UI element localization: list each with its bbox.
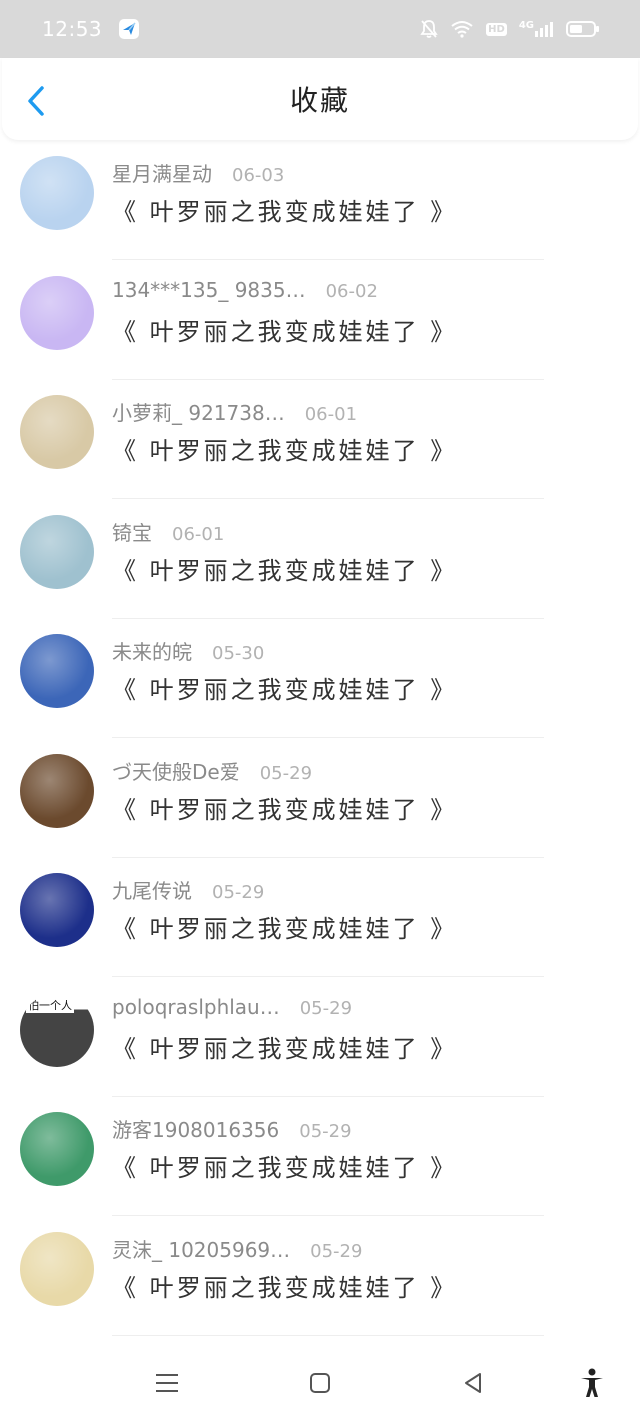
avatar[interactable]	[20, 395, 94, 469]
novel-title[interactable]: 《 叶罗丽之我变成娃娃了 》	[112, 670, 457, 705]
favorite-date: 05-29	[299, 997, 353, 1019]
system-nav-bar	[0, 1342, 640, 1422]
favorite-item[interactable]: づ天使般De爱 05-29 《 叶罗丽之我变成娃娃了 》	[0, 738, 640, 858]
favorite-date: 06-01	[304, 404, 358, 425]
battery-icon	[566, 20, 600, 38]
item-meta: 锜宝 06-01	[112, 517, 224, 546]
favorite-item[interactable]: 怕一个人 poloqraslphlau… 05-29 《 叶罗丽之我变成娃娃了 …	[0, 977, 640, 1097]
avatar-caption: 怕一个人	[26, 996, 74, 1013]
mute-bell-icon	[420, 19, 438, 39]
favorite-date: 06-01	[172, 523, 225, 545]
username: 游客1908016356	[112, 1118, 280, 1142]
novel-title[interactable]: 《 叶罗丽之我变成娃娃了 》	[112, 1148, 457, 1183]
favorites-list[interactable]: 星月满星动 06-03 《 叶罗丽之我变成娃娃了 》 134***135_ 98…	[0, 140, 640, 1342]
favorite-date: 05-29	[212, 882, 265, 903]
username: 九尾传说	[112, 879, 192, 903]
novel-title[interactable]: 《 叶罗丽之我变成娃娃了 》	[112, 551, 457, 586]
username: 小萝莉_ 921738…	[112, 401, 285, 425]
novel-title[interactable]: 《 叶罗丽之我变成娃娃了 》	[112, 431, 457, 466]
favorite-date: 05-29	[310, 1240, 363, 1262]
favorite-item[interactable]: 星月满星动 06-03 《 叶罗丽之我变成娃娃了 》	[0, 140, 640, 260]
novel-title[interactable]: 《 叶罗丽之我变成娃娃了 》	[112, 1029, 457, 1064]
home-button[interactable]	[305, 1368, 335, 1398]
username: 未来的皖	[112, 640, 192, 664]
avatar[interactable]	[20, 634, 94, 708]
menu-button[interactable]	[152, 1368, 182, 1398]
novel-title[interactable]: 《 叶罗丽之我变成娃娃了 》	[112, 1268, 457, 1303]
novel-title[interactable]: 《 叶罗丽之我变成娃娃了 》	[112, 312, 457, 347]
item-meta: 九尾传说 05-29	[112, 875, 264, 904]
avatar[interactable]: 怕一个人	[20, 992, 94, 1067]
favorite-item[interactable]: 小仙叶 05-28	[0, 1335, 640, 1342]
hd-icon: HD	[486, 22, 507, 36]
avatar[interactable]	[20, 1112, 94, 1186]
status-time: 12:53	[42, 17, 103, 41]
network-type-label: 4G	[518, 20, 534, 31]
status-bar: 12:53 HD 4G	[0, 0, 640, 58]
signal-icon: 4G	[519, 20, 554, 38]
page-title: 收藏	[289, 84, 350, 117]
username: づ天使般De爱	[112, 759, 240, 784]
novel-title[interactable]: 《 叶罗丽之我变成娃娃了 》	[112, 192, 457, 227]
avatar[interactable]	[20, 1231, 94, 1306]
app-notification-icon	[118, 18, 140, 40]
item-meta: 星月满星动 06-03	[112, 158, 284, 187]
item-meta: poloqraslphlau… 05-29	[112, 995, 352, 1019]
favorite-item[interactable]: 游客1908016356 05-29 《 叶罗丽之我变成娃娃了 》	[0, 1096, 640, 1216]
favorite-item[interactable]: 未来的皖 05-30 《 叶罗丽之我变成娃娃了 》	[0, 618, 640, 738]
item-meta: 游客1908016356 05-29	[112, 1114, 352, 1143]
avatar[interactable]	[20, 753, 94, 828]
favorite-date: 05-30	[212, 643, 265, 664]
item-meta: 134***135_ 9835… 06-02	[112, 278, 378, 302]
username: 星月满星动	[112, 162, 212, 186]
favorite-date: 06-03	[232, 165, 285, 186]
favorite-date: 05-29	[299, 1121, 352, 1142]
favorite-date: 05-29	[259, 762, 313, 784]
accessibility-button[interactable]	[577, 1368, 607, 1398]
home-square-icon	[310, 1373, 330, 1393]
back-triangle-icon	[465, 1373, 481, 1393]
wifi-icon	[450, 20, 474, 38]
favorite-date: 06-02	[325, 280, 378, 302]
username: 锜宝	[112, 520, 152, 545]
chevron-left-icon	[28, 86, 44, 116]
favorite-item[interactable]: 锜宝 06-01 《 叶罗丽之我变成娃娃了 》	[0, 499, 640, 619]
back-nav-button[interactable]	[458, 1368, 488, 1398]
header: 收藏	[2, 58, 638, 140]
username: poloqraslphlau…	[112, 994, 280, 1019]
item-meta: 灵沫_ 10205969… 05-29	[112, 1234, 362, 1263]
item-meta: づ天使般De爱 05-29	[112, 756, 312, 785]
username: 134***135_ 9835…	[112, 277, 306, 302]
back-button[interactable]	[22, 84, 50, 118]
menu-icon	[156, 1374, 178, 1392]
novel-title[interactable]: 《 叶罗丽之我变成娃娃了 》	[112, 909, 457, 944]
avatar[interactable]	[20, 156, 94, 230]
avatar[interactable]	[20, 873, 94, 947]
status-icons: HD 4G	[420, 19, 600, 39]
accessibility-icon	[581, 1368, 603, 1397]
avatar[interactable]	[20, 275, 94, 350]
favorite-item[interactable]: 134***135_ 9835… 06-02 《 叶罗丽之我变成娃娃了 》	[0, 260, 640, 380]
username: 灵沫_ 10205969…	[112, 1237, 291, 1262]
favorite-item[interactable]: 小萝莉_ 921738… 06-01 《 叶罗丽之我变成娃娃了 》	[0, 379, 640, 499]
item-meta: 未来的皖 05-30	[112, 636, 264, 665]
avatar[interactable]	[20, 514, 94, 589]
item-meta: 小萝莉_ 921738… 06-01	[112, 397, 357, 426]
novel-title[interactable]: 《 叶罗丽之我变成娃娃了 》	[112, 790, 457, 825]
favorite-item[interactable]: 九尾传说 05-29 《 叶罗丽之我变成娃娃了 》	[0, 857, 640, 977]
favorite-item[interactable]: 灵沫_ 10205969… 05-29 《 叶罗丽之我变成娃娃了 》	[0, 1216, 640, 1336]
